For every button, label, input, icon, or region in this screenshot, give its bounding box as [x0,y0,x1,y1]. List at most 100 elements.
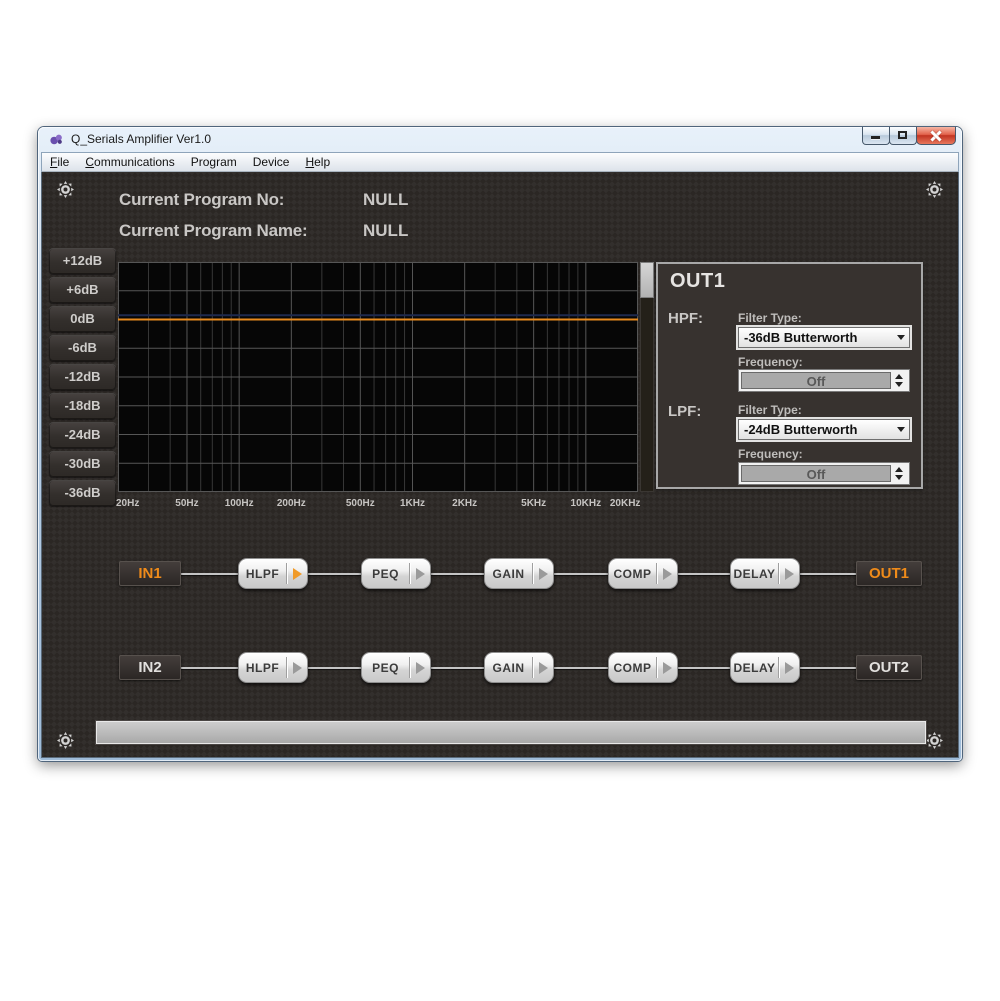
chain-block-label: COMP [609,567,656,581]
chevron-down-icon [893,335,909,340]
freq-tick-2khz: 2KHz [452,498,477,509]
gain-scale-button--6db[interactable]: -6dB [49,335,116,361]
chain-block-label: PEQ [362,661,409,675]
app-icon [49,132,64,147]
chain-block-delay-button[interactable]: DELAY [730,652,800,683]
window-controls [863,127,956,145]
gain-scale-button-0db[interactable]: 0dB [49,306,116,332]
arrow-right-icon [657,662,677,674]
arrow-right-icon [533,568,553,580]
chain-input-in1[interactable]: IN1 [119,561,181,586]
graph-scrollbar[interactable] [640,262,654,492]
gear-icon [57,181,74,198]
hpf-frequency-label: Frequency: [738,355,803,369]
freq-tick-500hz: 500Hz [346,498,375,509]
minimize-icon [871,136,880,139]
lpf-frequency-label: Frequency: [738,447,803,461]
gear-icon [926,181,943,198]
graph-scrollbar-thumb[interactable] [640,262,654,298]
lpf-filter-type-select[interactable]: -24dB Butterworth [738,419,910,440]
hpf-filter-type-select[interactable]: -36dB Butterworth [738,327,910,348]
chain-output-out2[interactable]: OUT2 [856,655,922,680]
freq-tick-50hz: 50Hz [175,498,198,509]
maximize-button[interactable] [889,127,917,145]
freq-tick-20hz: 20Hz [116,498,139,509]
gain-scale-button-+6db[interactable]: +6dB [49,277,116,303]
menu-item-communications[interactable]: Communications [77,153,182,171]
arrow-right-icon [287,662,307,674]
signal-chain-1: IN1 HLPF PEQ GAIN COMP DELAY OUT1 [119,558,922,590]
chain-block-comp-button[interactable]: COMP [608,558,678,589]
arrow-right-icon [287,568,307,580]
spin-down-icon[interactable] [895,475,903,480]
chain-input-in2[interactable]: IN2 [119,655,181,680]
spinner-buttons [891,465,907,482]
hpf-frequency-value: Off [741,372,891,389]
lpf-label: LPF: [668,403,701,420]
hpf-filter-type-label: Filter Type: [738,311,802,325]
program-no-label: Current Program No: [119,190,284,210]
minimize-button[interactable] [862,127,890,145]
chain-block-comp-button[interactable]: COMP [608,652,678,683]
gain-scale-button-+12db[interactable]: +12dB [49,248,116,274]
out-panel-title: OUT1 [670,270,725,293]
menu-bar: FileCommunicationsProgramDeviceHelp [41,152,959,172]
menu-item-device[interactable]: Device [245,153,298,171]
lpf-filter-type-value: -24dB Butterworth [739,422,893,437]
arrow-right-icon [779,568,799,580]
title-bar[interactable]: Q_Serials Amplifier Ver1.0 [41,127,959,152]
hpf-frequency-spinner[interactable]: Off [738,369,910,392]
lpf-frequency-spinner[interactable]: Off [738,462,910,485]
menu-item-file[interactable]: File [42,153,77,171]
chain-block-gain-button[interactable]: GAIN [484,558,554,589]
spin-up-icon[interactable] [895,467,903,472]
spin-down-icon[interactable] [895,382,903,387]
chain-block-gain-button[interactable]: GAIN [484,652,554,683]
freq-tick-20khz: 20KHz [610,498,641,509]
chain-block-label: COMP [609,661,656,675]
gain-scale-button--24db[interactable]: -24dB [49,422,116,448]
freq-tick-1khz: 1KHz [400,498,425,509]
close-button[interactable] [916,127,956,145]
gain-scale-button--18db[interactable]: -18dB [49,393,116,419]
chain-block-delay-button[interactable]: DELAY [730,558,800,589]
gear-icon [57,732,74,749]
spin-up-icon[interactable] [895,374,903,379]
gain-scale: +12dB +6dB 0dB -6dB -12dB -18dB -24dB -30dB -36d… [49,248,116,506]
freq-tick-100hz: 100Hz [225,498,254,509]
freq-tick-200hz: 200Hz [277,498,306,509]
gain-scale-button--12db[interactable]: -12dB [49,364,116,390]
signal-chain-2: IN2 HLPF PEQ GAIN COMP DELAY OUT2 [119,652,922,684]
arrow-right-icon [533,662,553,674]
out1-panel: OUT1 HPF: Filter Type: -36dB Butterworth… [656,262,923,489]
lpf-filter-type-label: Filter Type: [738,403,802,417]
chain-block-label: GAIN [485,661,532,675]
freq-tick-5khz: 5KHz [521,498,546,509]
arrow-right-icon [779,662,799,674]
chain-block-peq-button[interactable]: PEQ [361,652,431,683]
hpf-label: HPF: [668,310,703,327]
hpf-filter-type-value: -36dB Butterworth [739,330,893,345]
maximize-icon [898,131,907,139]
chain-block-hlpf-button[interactable]: HLPF [238,558,308,589]
chain-block-label: DELAY [731,661,778,675]
menu-item-help[interactable]: Help [297,153,338,171]
gear-icon [926,732,943,749]
chain-block-label: HLPF [239,567,286,581]
chain-output-out1[interactable]: OUT1 [856,561,922,586]
status-bar [96,721,926,744]
program-no-value: NULL [363,190,408,210]
arrow-right-icon [657,568,677,580]
gain-scale-button--30db[interactable]: -30dB [49,451,116,477]
response-graph-svg [118,262,638,492]
gain-scale-button--36db[interactable]: -36dB [49,480,116,506]
close-icon [931,130,942,141]
menu-item-program[interactable]: Program [183,153,245,171]
lpf-frequency-value: Off [741,465,891,482]
program-name-label: Current Program Name: [119,221,308,241]
frequency-axis: 20Hz 50Hz 100Hz 200Hz 500Hz 1KHz 2KHz 5KHz 10KHz… [118,498,638,512]
program-name-value: NULL [363,221,408,241]
chain-block-peq-button[interactable]: PEQ [361,558,431,589]
freq-tick-10khz: 10KHz [571,498,602,509]
chain-block-hlpf-button[interactable]: HLPF [238,652,308,683]
